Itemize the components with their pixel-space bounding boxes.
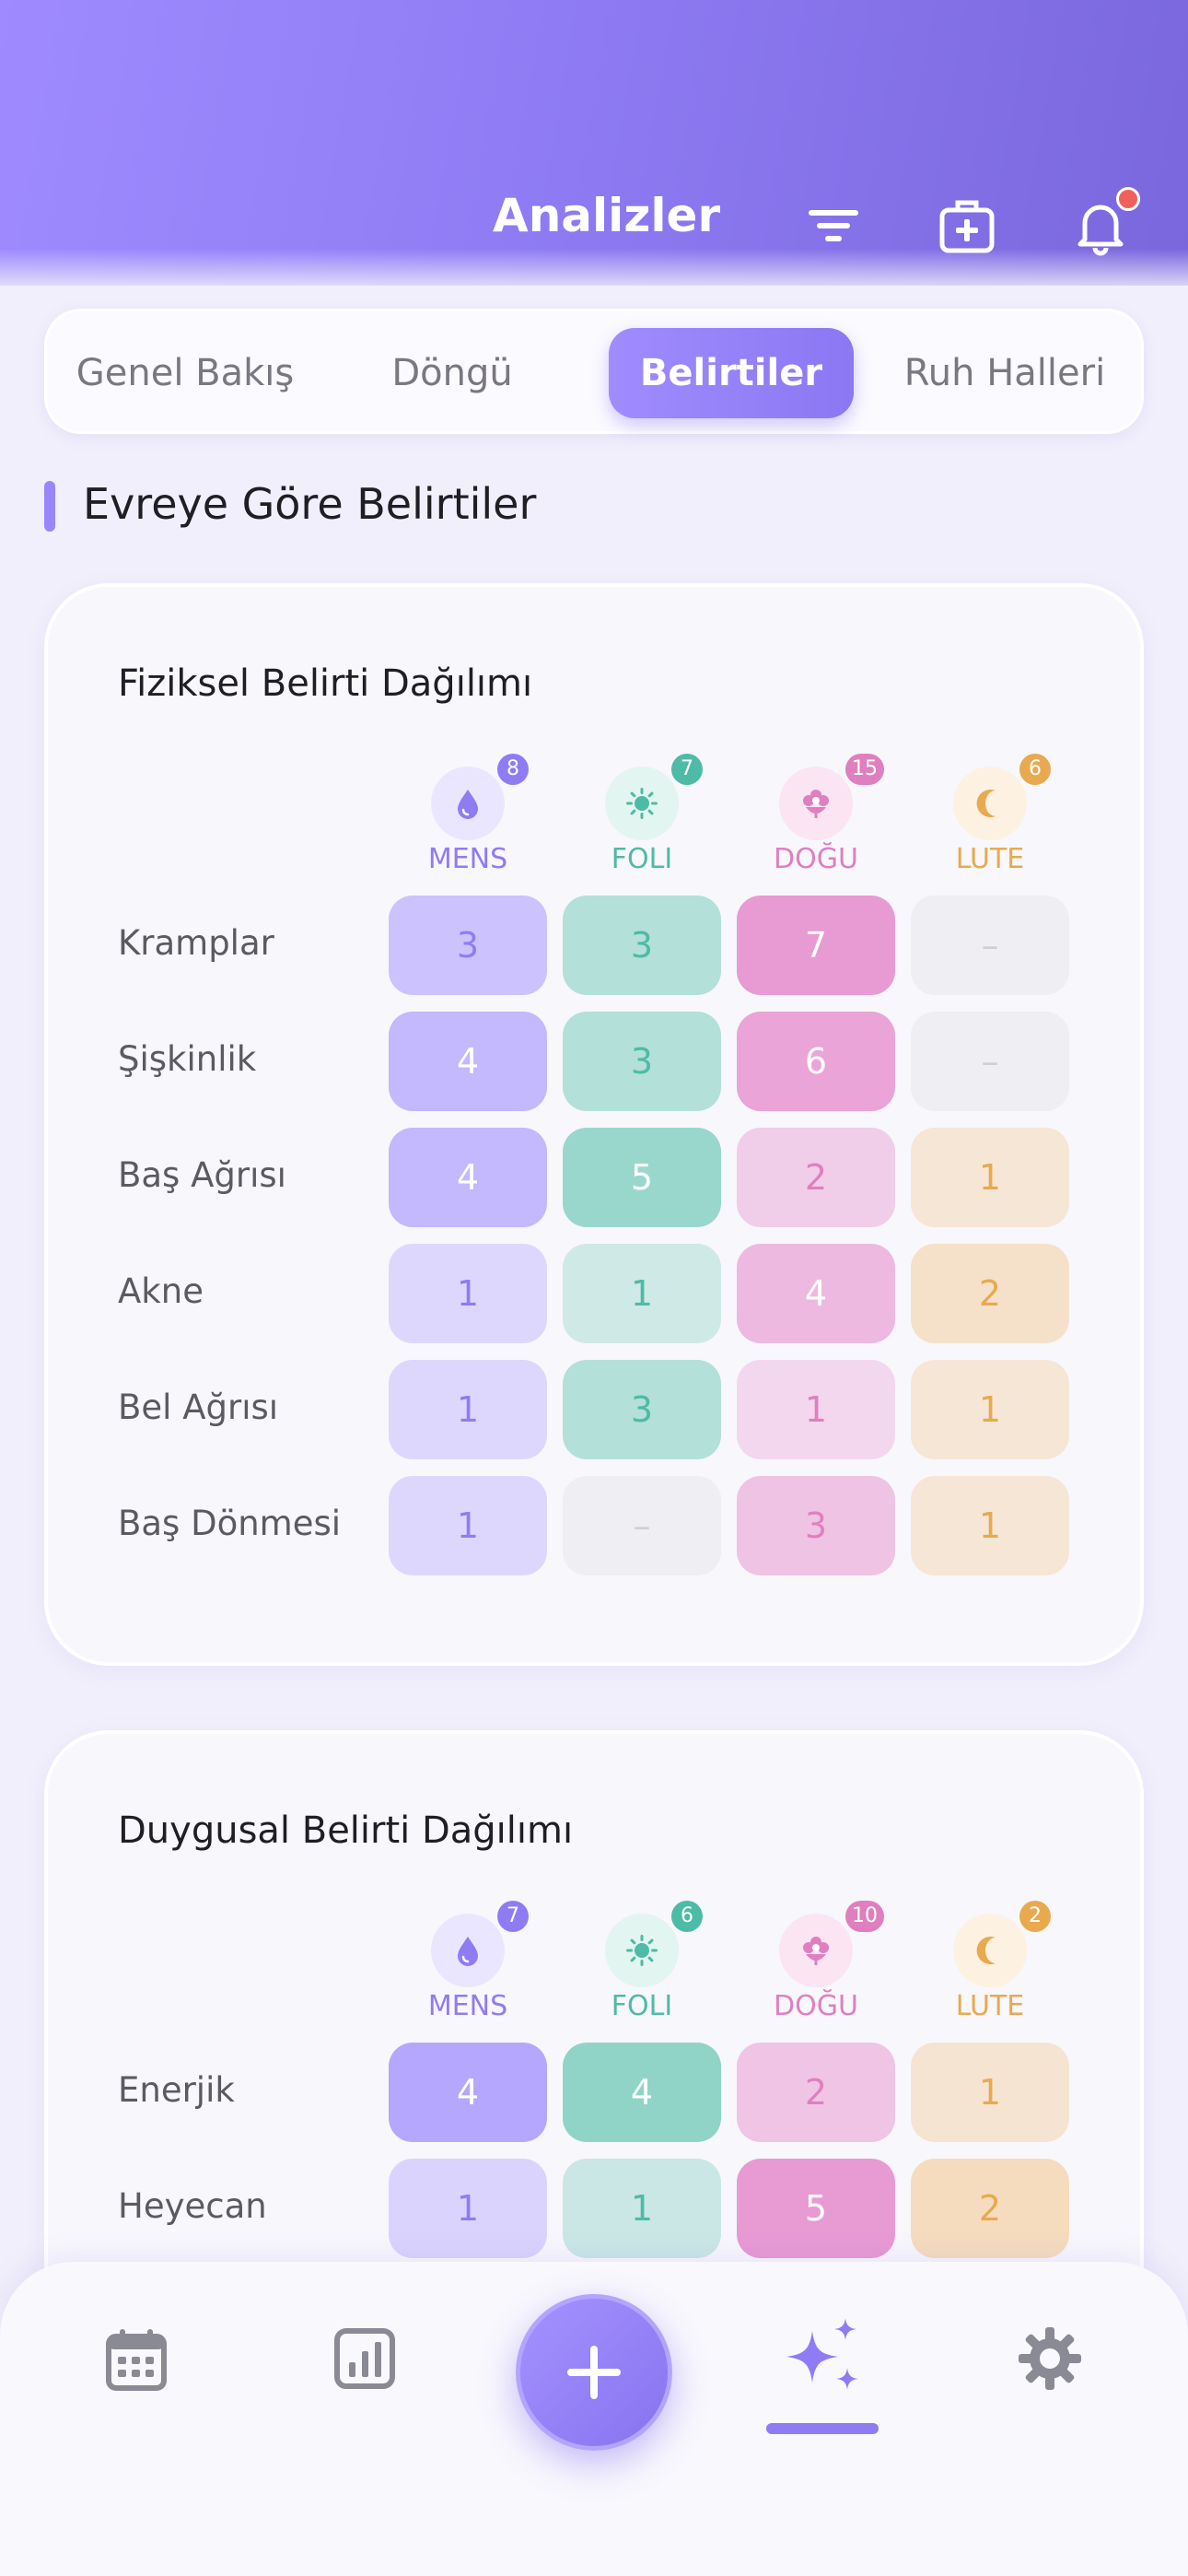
symptom-cell[interactable]: 1 [389,1244,547,1343]
add-icon [567,2346,621,2399]
flower-icon [779,767,853,840]
active-nav-indicator [766,2423,879,2434]
tab-bar: Genel Bakış Döngü Belirtiler Ruh Halleri [44,309,1144,434]
symptom-cell[interactable]: 4 [737,1244,895,1343]
phase-label: LUTE [955,1990,1025,2022]
tab-moods[interactable]: Ruh Halleri [871,328,1138,418]
symptom-cell[interactable]: 5 [563,1128,721,1227]
symptom-cell[interactable]: 4 [389,1128,547,1227]
card-title: Duygusal Belirti Dağılımı [118,1809,574,1852]
phase-count-badge: 7 [671,754,703,785]
symptom-label: Şişkinlik [118,1039,257,1079]
symptom-cell[interactable]: 2 [737,2043,895,2142]
symptom-cell[interactable]: – [911,896,1069,995]
symptom-cell[interactable]: 1 [911,1360,1069,1459]
phase-label: DOĞU [774,843,858,875]
phase-label: DOĞU [774,1990,858,2022]
symptom-cell[interactable]: 1 [389,1476,547,1575]
drop-icon [431,767,505,840]
symptom-label: Kramplar [118,923,274,963]
phase-count-badge: 7 [497,1901,529,1932]
moon-icon [953,1914,1027,1987]
phase-label: LUTE [955,843,1025,875]
drop-icon [431,1914,505,1987]
symptom-cell[interactable]: 2 [911,1244,1069,1343]
symptom-cell[interactable]: 1 [389,2159,547,2258]
phase-count-badge: 2 [1019,1901,1051,1932]
symptom-label: Akne [118,1271,204,1311]
symptom-cell[interactable]: 1 [911,2043,1069,2142]
symptom-label: Baş Dönmesi [118,1504,342,1543]
phase-label: FOLI [611,1990,673,2022]
tab-symptoms[interactable]: Belirtiler [609,328,854,418]
phase-count-badge: 6 [671,1901,703,1932]
symptom-cell[interactable]: 3 [389,896,547,995]
symptom-cell[interactable]: 4 [389,1012,547,1111]
phase-label: FOLI [611,843,673,875]
symptom-cell[interactable]: – [911,1012,1069,1111]
symptom-cell[interactable]: 1 [737,1360,895,1459]
phase-count-badge: 6 [1019,754,1051,785]
filter-icon[interactable] [801,193,866,258]
symptom-cell[interactable]: 3 [737,1476,895,1575]
sun-icon [605,1914,679,1987]
phase-count-badge: 10 [845,1901,884,1932]
phase-count-badge: 15 [845,754,884,785]
moon-icon [953,767,1027,840]
sun-icon [605,767,679,840]
card-title: Fiziksel Belirti Dağılımı [118,662,533,705]
add-button[interactable] [516,2294,672,2451]
tab-cycle[interactable]: Döngü [323,328,581,418]
symptom-cell[interactable]: 3 [563,1360,721,1459]
symptom-cell[interactable]: 1 [911,1476,1069,1575]
symptom-cell[interactable]: 3 [563,896,721,995]
phase-label: MENS [427,1990,508,2022]
section-accent-bar [44,481,55,532]
medical-kit-icon[interactable] [935,193,999,258]
symptom-cell[interactable]: 3 [563,1012,721,1111]
symptom-cell[interactable]: – [563,1476,721,1575]
symptom-cell[interactable]: 5 [737,2159,895,2258]
flower-icon [779,1914,853,1987]
phase-count-badge: 8 [497,754,529,785]
symptom-label: Enerjik [118,2070,235,2110]
symptom-label: Baş Ağrısı [118,1155,286,1195]
symptom-cell[interactable]: 4 [563,2043,721,2142]
symptom-cell[interactable]: 4 [389,2043,547,2142]
symptom-cell[interactable]: 1 [563,1244,721,1343]
symptom-cell[interactable]: 1 [389,1360,547,1459]
symptom-cell[interactable]: 2 [737,1128,895,1227]
tab-overview[interactable]: Genel Bakış [56,328,314,418]
app-header [0,0,1188,286]
calendar-icon[interactable] [99,2322,173,2395]
symptom-label: Bel Ağrısı [118,1388,279,1427]
chart-icon[interactable] [328,2322,402,2395]
phase-label: MENS [427,843,508,875]
notification-dot [1116,187,1140,211]
sparkles-icon[interactable] [785,2314,868,2397]
symptom-cell[interactable]: 6 [737,1012,895,1111]
physical-symptoms-card: Fiziksel Belirti Dağılımı 8 MENS 7 FOLI 15 DO… [44,583,1144,1666]
section-title: Evreye Göre Belirtiler [83,479,537,529]
symptom-label: Heyecan [118,2186,267,2226]
symptom-cell[interactable]: 1 [563,2159,721,2258]
page-title: Analizler [493,189,721,242]
symptom-cell[interactable]: 1 [911,1128,1069,1227]
gear-icon[interactable] [1013,2322,1087,2395]
header-fade [0,249,1188,295]
symptom-cell[interactable]: 2 [911,2159,1069,2258]
symptom-cell[interactable]: 7 [737,896,895,995]
